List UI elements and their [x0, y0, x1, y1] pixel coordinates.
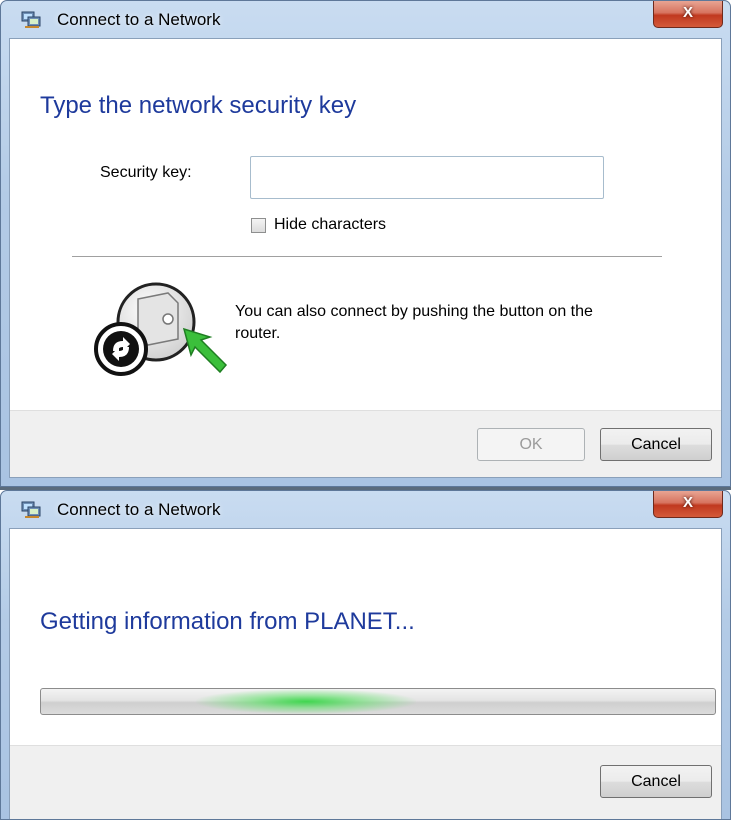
window-title: Connect to a Network	[57, 500, 221, 519]
security-key-input[interactable]	[250, 156, 604, 199]
dialog-content: Type the network security key Security k…	[9, 38, 722, 478]
button-bar: Cancel	[10, 745, 721, 819]
hide-characters-label: Hide characters	[274, 216, 387, 233]
window-title: Connect to a Network	[57, 10, 221, 29]
security-key-label: Security key:	[100, 164, 192, 181]
page-title: Getting information from PLANET...	[40, 608, 415, 635]
wps-router-icon	[94, 282, 228, 376]
page-title: Type the network security key	[40, 92, 357, 119]
wps-hint-text: You can also connect by pushing the butt…	[235, 303, 593, 342]
close-button[interactable]: X	[653, 1, 723, 28]
progress-bar	[40, 688, 716, 715]
hide-characters-option[interactable]: Hide characters	[251, 216, 386, 234]
button-bar: OK Cancel	[10, 410, 721, 477]
title-bar[interactable]: Connect to a Network X	[1, 1, 730, 38]
progress-glow	[196, 689, 416, 714]
hide-characters-checkbox[interactable]	[251, 217, 266, 233]
separator	[72, 256, 662, 257]
network-icon	[21, 501, 41, 518]
title-bar[interactable]: Connect to a Network X	[1, 491, 730, 528]
close-button[interactable]: X	[653, 491, 723, 518]
connecting-dialog: Connect to a Network X Getting informati…	[0, 490, 731, 820]
cancel-button[interactable]: Cancel	[600, 765, 712, 798]
ok-button[interactable]: OK	[477, 428, 585, 461]
dialog-content: Getting information from PLANET... Cance…	[9, 528, 722, 819]
security-key-dialog: Connect to a Network X Type the network …	[0, 0, 731, 487]
network-icon	[21, 11, 41, 28]
cancel-button[interactable]: Cancel	[600, 428, 712, 461]
